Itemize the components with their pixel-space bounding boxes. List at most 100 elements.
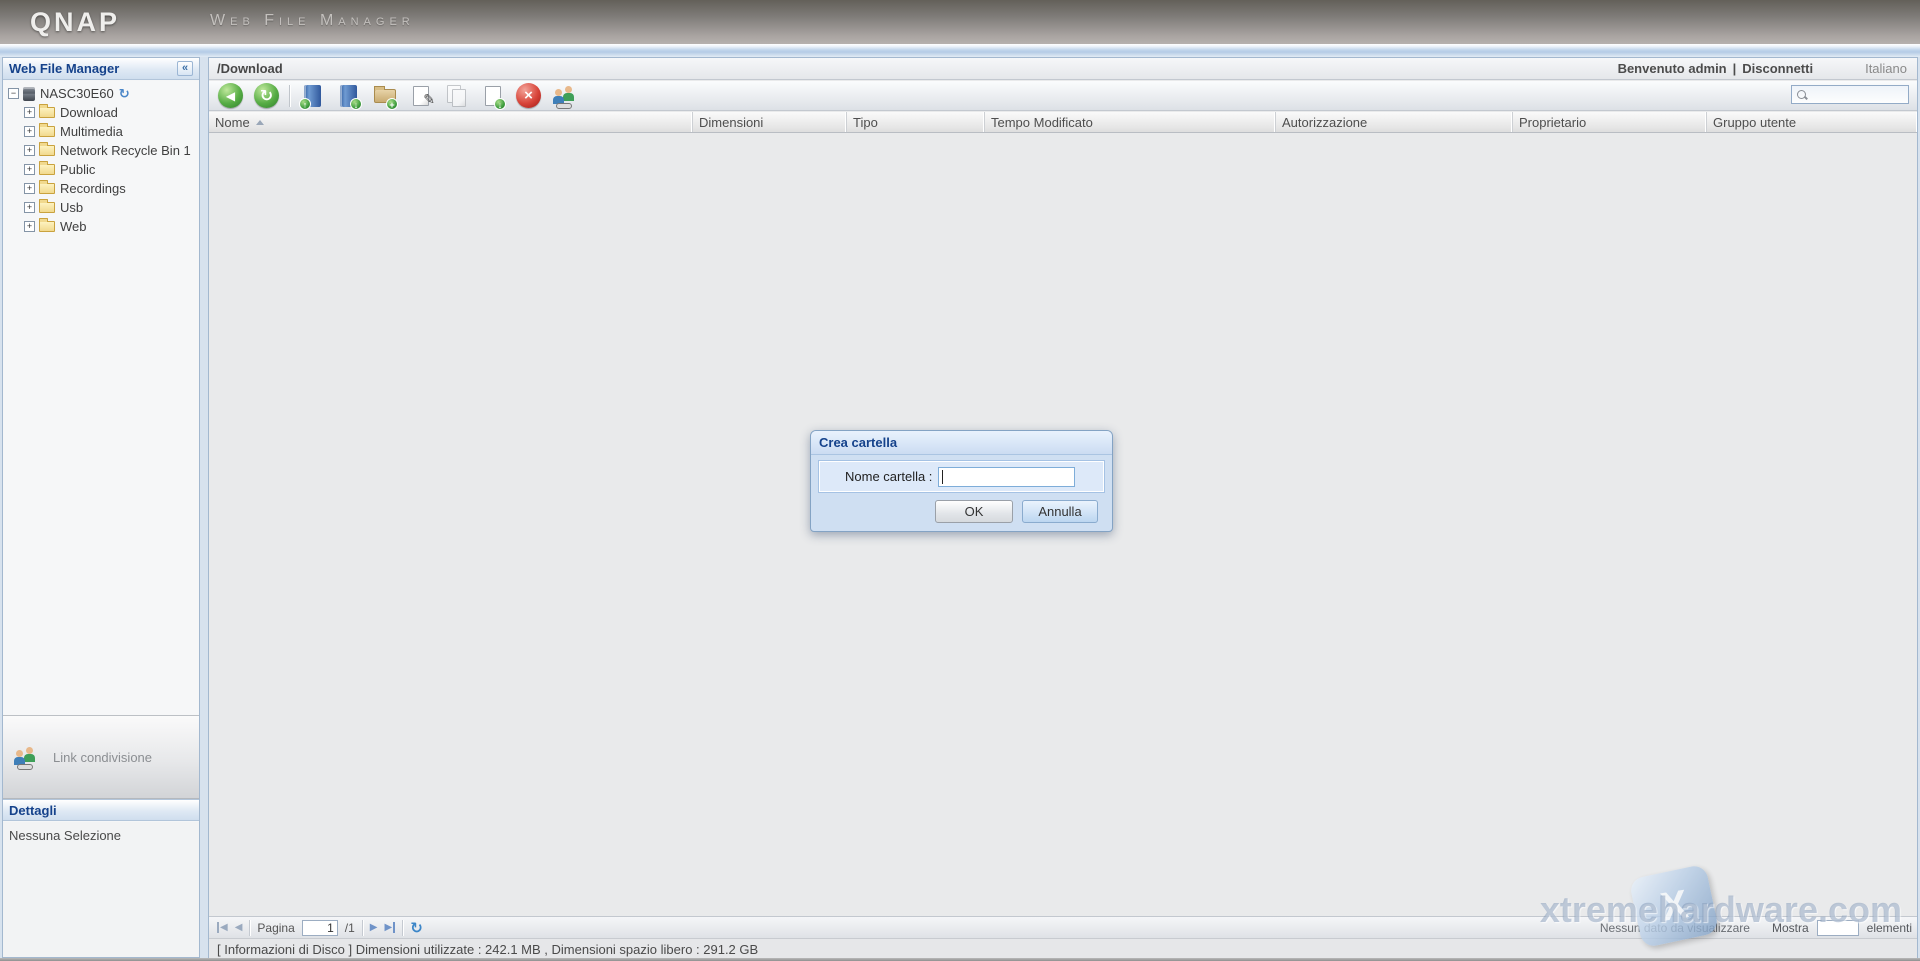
tree-node-label: Network Recycle Bin 1: [60, 143, 191, 158]
details-body: Nessuna Selezione: [3, 822, 199, 957]
next-page-button[interactable]: ▶: [370, 922, 378, 933]
welcome-text: Benvenuto admin: [1618, 61, 1727, 76]
share-users-button[interactable]: [551, 83, 578, 109]
first-page-button[interactable]: ◀: [217, 922, 228, 933]
tree-node-multimedia[interactable]: Multimedia: [3, 122, 199, 141]
rename-button[interactable]: ✎: [407, 83, 434, 109]
dialog-header[interactable]: Crea cartella: [811, 431, 1112, 455]
tree-node-network-recycle-bin[interactable]: Network Recycle Bin 1: [3, 141, 199, 160]
expand-node-icon[interactable]: [24, 107, 35, 118]
last-page-button[interactable]: ▶: [385, 922, 396, 933]
create-folder-dialog: Crea cartella Nome cartella : OK Annulla: [810, 430, 1113, 532]
search-input[interactable]: [1808, 87, 1903, 102]
details-empty-text: Nessuna Selezione: [9, 828, 121, 843]
tree-root-label: NASC30E60: [40, 86, 114, 101]
logout-link[interactable]: Disconnetti: [1742, 61, 1813, 76]
move-download-button[interactable]: ↓: [479, 83, 506, 109]
grid-header: Nome Dimensioni Tipo Tempo Modificato Au…: [209, 112, 1917, 133]
copy-button[interactable]: [443, 83, 470, 109]
expand-node-icon[interactable]: [24, 126, 35, 137]
language-selector[interactable]: Italiano: [1865, 61, 1907, 76]
text-cursor: [942, 470, 943, 484]
screen: QNAP Web File Manager Web File Manager «…: [0, 0, 1920, 961]
folder-icon: [39, 145, 55, 156]
breadcrumb-bar: /Download Benvenuto admin | Disconnetti …: [209, 58, 1917, 80]
column-header-proprietario[interactable]: Proprietario: [1513, 112, 1707, 132]
tree-node-recordings[interactable]: Recordings: [3, 179, 199, 198]
dialog-title: Crea cartella: [819, 435, 897, 450]
expand-node-icon[interactable]: [24, 164, 35, 175]
page-number-input[interactable]: [302, 920, 338, 936]
sidebar: Web File Manager « NASC30E60 ↻ Download: [2, 57, 200, 958]
pager-right: Nessun dato da visualizzare Mostra eleme…: [1600, 917, 1912, 939]
column-header-tempo-modificato[interactable]: Tempo Modificato: [985, 112, 1276, 132]
ok-button[interactable]: OK: [935, 500, 1013, 523]
sidebar-title: Web File Manager: [9, 61, 177, 76]
column-header-gruppo-utente[interactable]: Gruppo utente: [1707, 112, 1917, 132]
page-total: /1: [345, 921, 355, 935]
folder-icon: [39, 126, 55, 137]
folder-icon: [39, 164, 55, 175]
toolbar: ◀ ↻ ↑ ↓ + ✎ ↓ ×: [209, 81, 1917, 111]
breadcrumb: /Download: [217, 61, 1618, 76]
expand-node-icon[interactable]: [24, 145, 35, 156]
expand-node-icon[interactable]: [24, 202, 35, 213]
delete-button[interactable]: ×: [515, 83, 542, 109]
page-size-select[interactable]: [1817, 920, 1859, 936]
pager-refresh-icon[interactable]: ↻: [410, 919, 423, 937]
dialog-field-row: Nome cartella :: [818, 460, 1105, 493]
create-folder-button[interactable]: +: [371, 83, 398, 109]
app-title: Web File Manager: [210, 12, 415, 30]
page-label: Pagina: [257, 921, 294, 935]
banner-divider: [0, 44, 1920, 57]
dialog-buttons: OK Annulla: [935, 500, 1098, 523]
details-header: Dettagli: [3, 799, 199, 821]
show-label: Mostra: [1772, 921, 1809, 935]
folder-icon: [39, 107, 55, 118]
column-header-nome[interactable]: Nome: [209, 112, 693, 132]
welcome-separator: |: [1733, 61, 1737, 76]
folder-icon: [39, 202, 55, 213]
collapse-node-icon[interactable]: [8, 88, 19, 99]
sidebar-header: Web File Manager «: [3, 58, 199, 80]
refresh-button[interactable]: ↻: [253, 83, 280, 109]
empty-grid-text: Nessun dato da visualizzare: [1600, 921, 1750, 935]
folder-name-input[interactable]: [938, 467, 1075, 487]
column-header-tipo[interactable]: Tipo: [847, 112, 985, 132]
folder-icon: [39, 221, 55, 232]
tree-node-web[interactable]: Web: [3, 217, 199, 236]
pager-separator: [249, 920, 250, 936]
pager-separator: [362, 920, 363, 936]
tree-node-usb[interactable]: Usb: [3, 198, 199, 217]
tree-node-public[interactable]: Public: [3, 160, 199, 179]
sidebar-collapse-icon[interactable]: «: [177, 61, 193, 76]
folder-name-label: Nome cartella :: [845, 469, 932, 484]
tree-node-label: Download: [60, 105, 118, 120]
column-header-autorizzazione[interactable]: Autorizzazione: [1276, 112, 1513, 132]
tree-node-root[interactable]: NASC30E60 ↻: [3, 84, 199, 103]
search-box[interactable]: [1791, 85, 1909, 104]
upload-button[interactable]: ↑: [299, 83, 326, 109]
expand-node-icon[interactable]: [24, 183, 35, 194]
details-title: Dettagli: [9, 803, 57, 818]
prev-page-button[interactable]: ◀: [235, 922, 243, 933]
sort-asc-icon: [256, 120, 264, 125]
paging-toolbar: ◀ ◀ Pagina /1 ▶ ▶ ↻ Nessun dato da visua…: [209, 916, 1917, 938]
top-banner: QNAP Web File Manager: [0, 0, 1920, 44]
toolbar-separator: [289, 85, 290, 107]
tree-node-label: Web: [60, 219, 87, 234]
cancel-button[interactable]: Annulla: [1022, 500, 1098, 523]
folder-tree: NASC30E60 ↻ Download Multimedia Network: [3, 81, 199, 715]
back-button[interactable]: ◀: [217, 83, 244, 109]
share-link-button[interactable]: Link condivisione: [3, 715, 199, 799]
folder-icon: [39, 183, 55, 194]
share-users-icon: [552, 85, 578, 107]
expand-node-icon[interactable]: [24, 221, 35, 232]
qnap-logo: QNAP: [30, 7, 120, 38]
download-button[interactable]: ↓: [335, 83, 362, 109]
search-icon: [1796, 89, 1808, 101]
tree-node-download[interactable]: Download: [3, 103, 199, 122]
column-header-dimensioni[interactable]: Dimensioni: [693, 112, 847, 132]
tree-node-label: Usb: [60, 200, 83, 215]
node-refresh-icon[interactable]: ↻: [119, 86, 130, 102]
